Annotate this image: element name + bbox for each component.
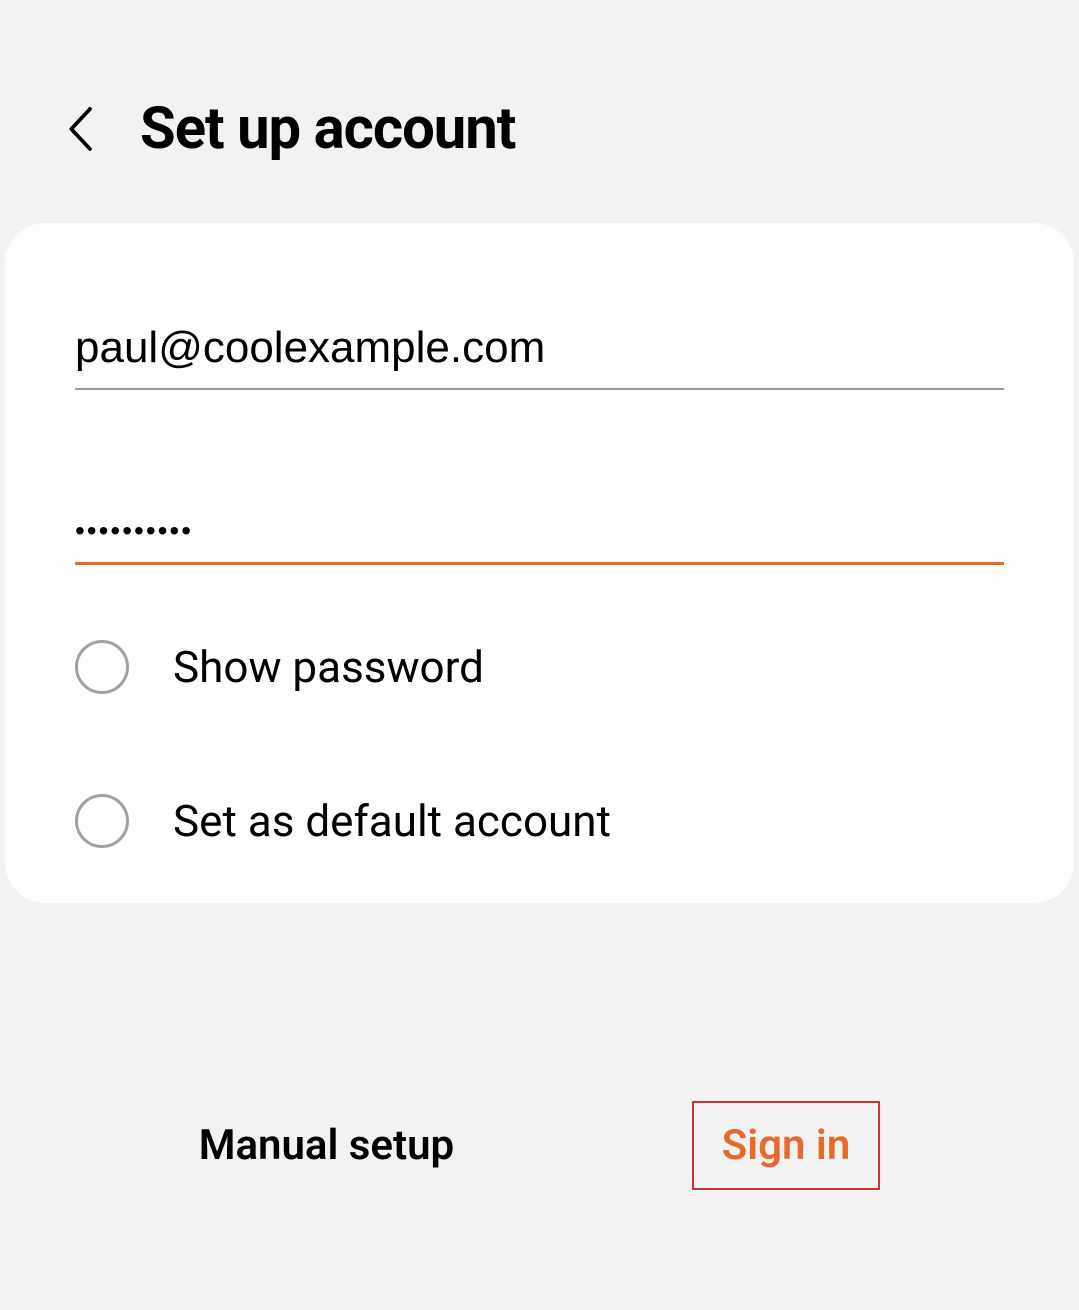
- show-password-checkbox[interactable]: [75, 640, 129, 694]
- default-account-checkbox[interactable]: [75, 794, 129, 848]
- show-password-label: Show password: [173, 641, 484, 693]
- back-button[interactable]: [60, 104, 100, 154]
- password-field[interactable]: [75, 500, 1004, 565]
- email-field[interactable]: [75, 308, 1004, 390]
- default-account-label: Set as default account: [173, 795, 611, 847]
- show-password-row[interactable]: Show password: [75, 640, 1004, 694]
- chevron-left-icon: [64, 104, 96, 154]
- manual-setup-button[interactable]: Manual setup: [199, 1121, 455, 1170]
- default-account-row[interactable]: Set as default account: [75, 794, 1004, 848]
- header: Set up account: [0, 0, 1079, 213]
- sign-in-label: Sign in: [722, 1121, 851, 1170]
- bottom-actions: Manual setup Sign in: [0, 1101, 1079, 1190]
- page-title: Set up account: [140, 95, 515, 163]
- form-card: Show password Set as default account: [5, 223, 1074, 903]
- sign-in-button[interactable]: Sign in: [692, 1101, 881, 1190]
